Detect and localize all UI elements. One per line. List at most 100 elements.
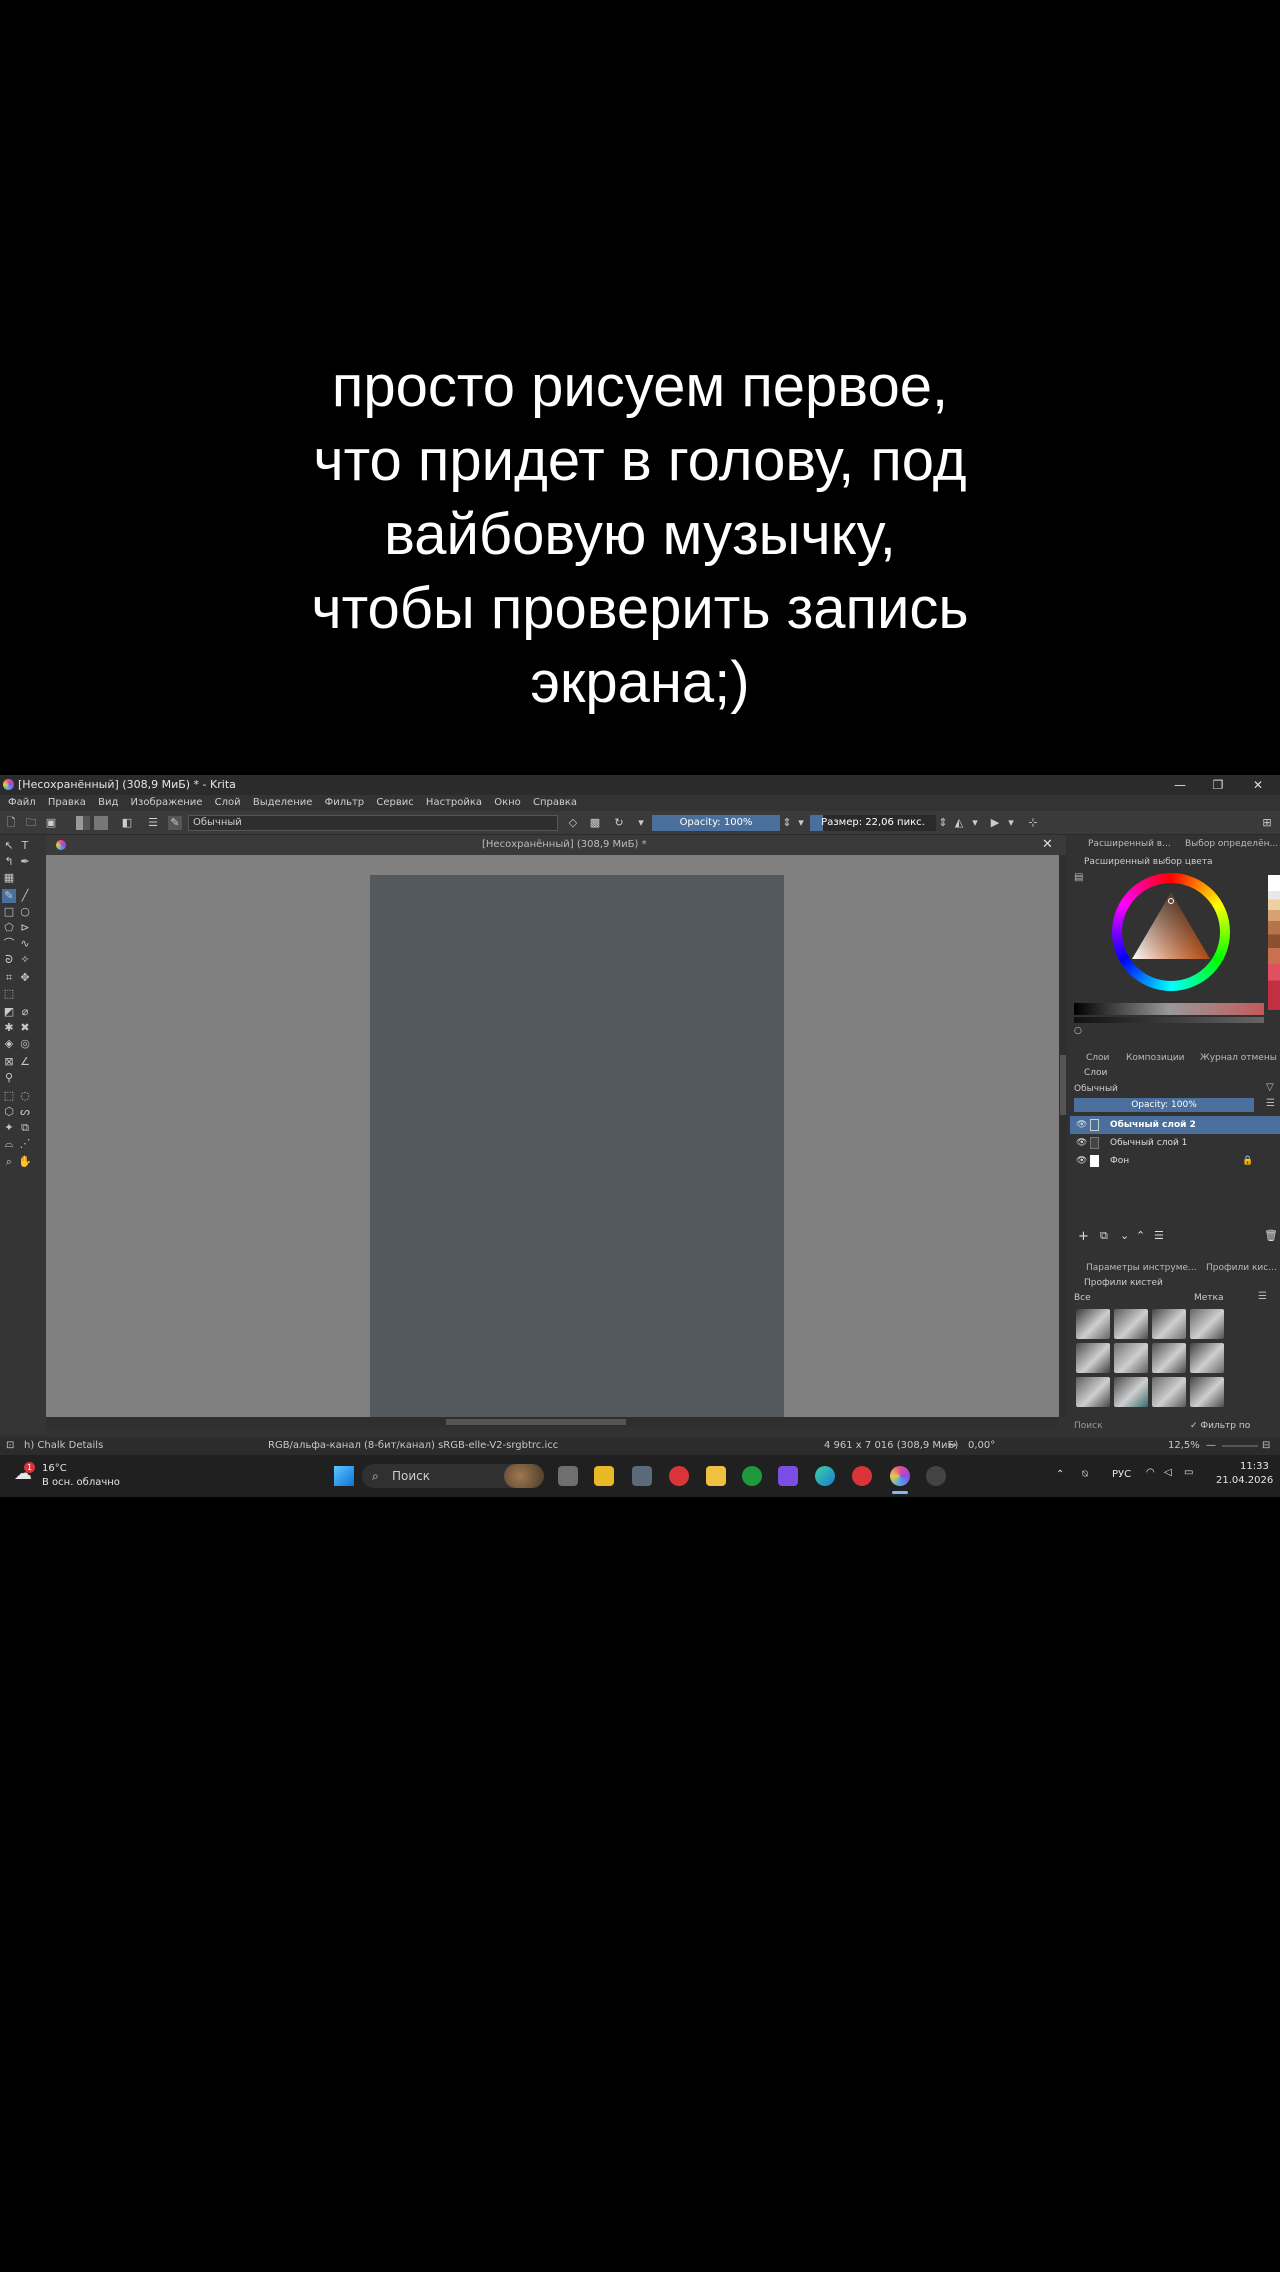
brush-preset-thumbnail[interactable] <box>1190 1377 1224 1407</box>
brush-preset-thumbnail[interactable] <box>1152 1343 1186 1373</box>
canvas-vertical-scrollbar[interactable] <box>1059 855 1067 1417</box>
clock-date[interactable]: 21.04.2026 <box>1216 1475 1273 1486</box>
chevron-down-icon[interactable]: ▾ <box>1004 816 1018 830</box>
vertical-scroll-thumb[interactable] <box>1060 1055 1066 1115</box>
duplicate-layer-icon[interactable]: ⧉ <box>1100 1229 1108 1243</box>
tab-specific-color[interactable]: Выбор определён... <box>1185 835 1278 853</box>
color-picker-tool-icon[interactable]: ⌀ <box>18 1005 32 1019</box>
windows-start-icon[interactable] <box>334 1466 354 1486</box>
edit-shape-tool-icon[interactable]: ↰ <box>2 855 16 869</box>
lock-icon[interactable]: 🔒 <box>1242 1152 1253 1170</box>
layer-filter-icon[interactable]: ▽ <box>1266 1082 1274 1093</box>
maximize-button[interactable]: ❐ <box>1200 775 1236 795</box>
gradient-swatch-icon[interactable] <box>76 816 90 830</box>
xbox-icon[interactable] <box>742 1466 762 1486</box>
wifi-icon[interactable]: ◠ <box>1146 1467 1155 1478</box>
opacity-stepper-icon[interactable]: ⇕ <box>780 816 794 830</box>
opacity-slider[interactable]: Opacity: 100% <box>652 815 780 831</box>
layer-opacity-slider[interactable]: Opacity: 100% <box>1074 1098 1254 1112</box>
polygon-tool-icon[interactable]: ⬠ <box>2 921 16 935</box>
pattern-edit-tool-icon[interactable]: ▦ <box>2 871 16 885</box>
polyline-tool-icon[interactable]: ⊳ <box>18 921 32 935</box>
rectangle-tool-icon[interactable]: □ <box>2 905 16 919</box>
crop-tool-icon[interactable]: ⌗ <box>2 971 16 985</box>
chevron-down-icon[interactable]: ▾ <box>634 816 648 830</box>
chevron-up-icon[interactable]: ⌃ <box>1056 1469 1064 1480</box>
assistant-tool-icon[interactable]: ⊠ <box>2 1055 16 1069</box>
add-layer-icon[interactable]: + <box>1078 1229 1089 1244</box>
tab-tool-options[interactable]: Параметры инструме... <box>1086 1259 1197 1277</box>
shade-slider[interactable] <box>1074 1017 1264 1023</box>
yandex-browser-icon[interactable] <box>852 1466 872 1486</box>
layer-row[interactable]: 👁 Фон 🔒 <box>1070 1152 1280 1170</box>
measure-tool-icon[interactable]: ∠ <box>18 1055 32 1069</box>
close-window-button[interactable]: ✕ <box>1240 775 1276 795</box>
brush-tag-select[interactable]: Метка <box>1194 1291 1244 1305</box>
mirror-vertical-icon[interactable]: ▶ <box>988 816 1002 830</box>
brush-preset-thumbnail[interactable] <box>1114 1309 1148 1339</box>
steam-icon[interactable] <box>926 1466 946 1486</box>
new-document-icon[interactable]: 🗋 <box>4 816 18 830</box>
menu-file[interactable]: Файл <box>8 797 36 808</box>
brush-preset-thumbnail[interactable] <box>1190 1309 1224 1339</box>
menu-select[interactable]: Выделение <box>253 797 313 808</box>
magnetic-select-tool-icon[interactable]: ⋰ <box>18 1137 32 1151</box>
smart-patch-tool-icon[interactable]: ✱ <box>2 1021 16 1035</box>
brush-filter-select[interactable]: Все <box>1074 1291 1144 1305</box>
notifications-off-icon[interactable]: ⍉ <box>1082 1469 1088 1480</box>
pattern-swatch-icon[interactable] <box>94 816 108 830</box>
brush-preset-thumbnail[interactable] <box>1152 1309 1186 1339</box>
layer-blend-select[interactable]: Обычный <box>1074 1082 1254 1096</box>
menu-help[interactable]: Справка <box>533 797 577 808</box>
blend-mode-select[interactable]: Обычный <box>188 815 558 831</box>
color-palette-strip[interactable] <box>1268 875 1280 1010</box>
brush-search-input[interactable]: Поиск <box>1074 1419 1174 1433</box>
color-wheel[interactable] <box>1112 873 1230 991</box>
menu-edit[interactable]: Правка <box>48 797 86 808</box>
alpha-lock-icon[interactable]: ▩ <box>588 816 602 830</box>
delete-layer-icon[interactable]: 🗑 <box>1264 1229 1278 1242</box>
battery-icon[interactable]: ▭ <box>1184 1467 1193 1478</box>
color-history-icon[interactable]: ○ <box>1074 1026 1082 1036</box>
value-slider[interactable] <box>1074 1003 1264 1015</box>
bezier-tool-icon[interactable]: ⌒ <box>2 937 16 951</box>
document-tab-title[interactable]: [Несохранённый] (308,9 МиБ) * <box>482 835 647 855</box>
file-explorer-widget-icon[interactable] <box>594 1466 614 1486</box>
menu-filter[interactable]: Фильтр <box>325 797 365 808</box>
eye-icon[interactable]: 👁 <box>1076 1134 1087 1152</box>
bezier-select-tool-icon[interactable]: ⌓ <box>2 1137 16 1151</box>
gradient-tool-icon[interactable]: ◩ <box>2 1005 16 1019</box>
transform-tool-icon[interactable]: ⬚ <box>2 987 16 1001</box>
layer-properties-icon[interactable]: ☰ <box>1154 1229 1164 1242</box>
tab-brush-presets[interactable]: Профили кис... <box>1206 1259 1277 1277</box>
size-slider[interactable]: Размер: 22,06 пикс. <box>810 815 936 831</box>
eye-icon[interactable]: 👁 <box>1076 1116 1087 1134</box>
filter-by-tag-checkbox[interactable]: ✓ Фильтр по метке <box>1190 1419 1280 1445</box>
volume-icon[interactable]: ◁ <box>1164 1467 1172 1478</box>
contiguous-select-tool-icon[interactable]: ✦ <box>2 1121 16 1135</box>
open-folder-icon[interactable]: 🗀 <box>24 816 38 830</box>
minimize-button[interactable]: — <box>1162 775 1198 795</box>
language-indicator[interactable]: РУС <box>1112 1469 1131 1480</box>
zoom-tool-icon[interactable]: ⌕ <box>2 1155 16 1169</box>
brush-settings-icon[interactable]: ☰ <box>146 816 160 830</box>
size-stepper-icon[interactable]: ⇕ <box>936 816 950 830</box>
dynamic-brush-tool-icon[interactable]: ᘐ <box>2 953 16 967</box>
multibrush-tool-icon[interactable]: ✧ <box>18 953 32 967</box>
obs-app-icon[interactable] <box>778 1466 798 1486</box>
fit-view-icon[interactable]: ⊟ <box>1262 1437 1270 1455</box>
menu-settings[interactable]: Настройка <box>426 797 482 808</box>
camera-app-icon[interactable] <box>632 1466 652 1486</box>
move-tool-icon[interactable]: ✥ <box>18 971 32 985</box>
chevron-down-icon[interactable]: ▾ <box>794 816 808 830</box>
menu-view[interactable]: Вид <box>98 797 118 808</box>
enclose-fill-tool-icon[interactable]: ◎ <box>18 1037 32 1051</box>
canvas-horizontal-scrollbar[interactable] <box>46 1417 1059 1427</box>
polygon-select-tool-icon[interactable]: ⬡ <box>2 1105 16 1119</box>
move-layer-down-icon[interactable]: ⌄ <box>1120 1229 1129 1242</box>
tab-layers[interactable]: Слои <box>1086 1049 1109 1067</box>
brush-preset-thumbnail[interactable] <box>1076 1343 1110 1373</box>
document-page[interactable] <box>370 875 784 1417</box>
brush-preset-icon[interactable]: ✎ <box>168 816 182 830</box>
tab-undo-history[interactable]: Журнал отмены <box>1200 1049 1277 1067</box>
